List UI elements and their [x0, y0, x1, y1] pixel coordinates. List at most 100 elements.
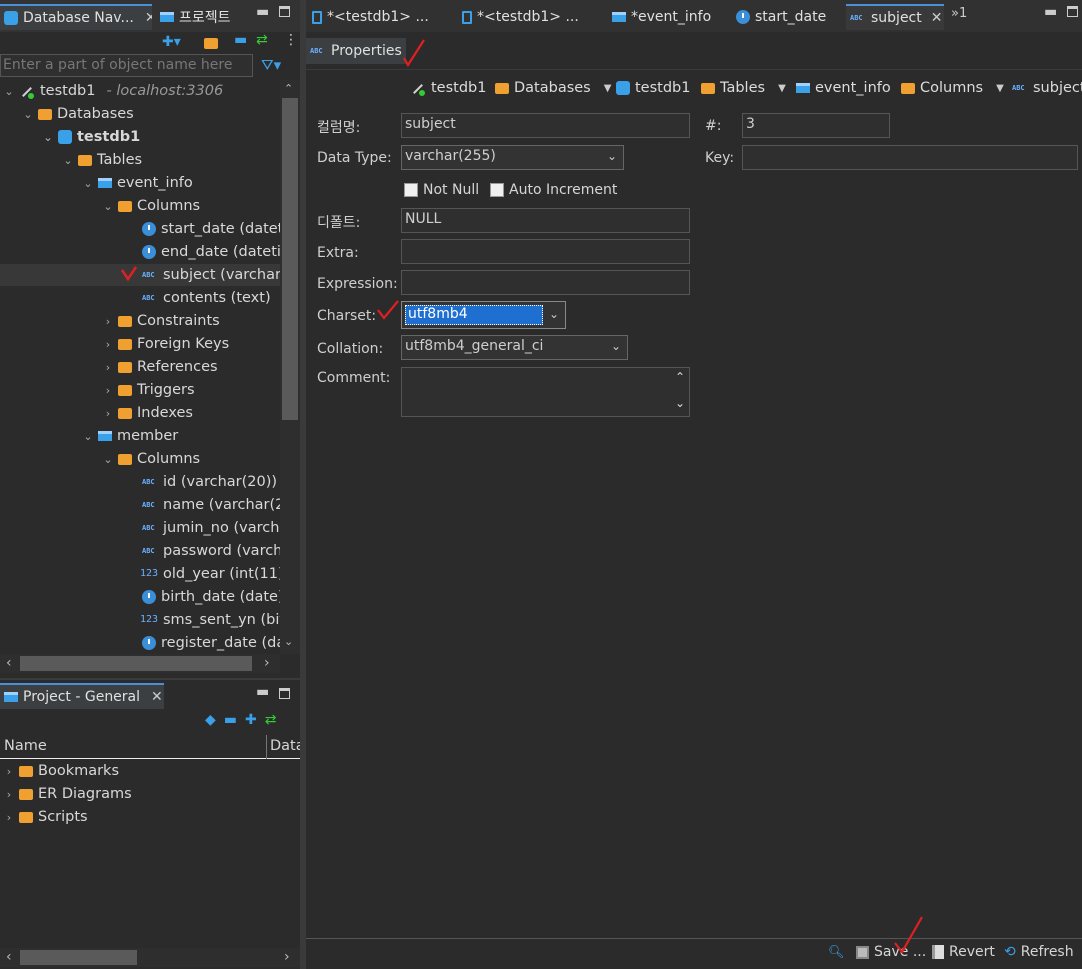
revert-button[interactable]: Revert — [932, 944, 995, 960]
tree-node-triggers[interactable]: › Triggers — [103, 379, 195, 401]
project-item-bookmarks[interactable]: › Bookmarks — [4, 760, 119, 782]
tree-node-references[interactable]: › References — [103, 356, 218, 378]
editor-tab-subject[interactable]: ABC subject ✕ — [846, 4, 944, 30]
key-field[interactable] — [742, 145, 1078, 170]
close-icon[interactable]: ✕ — [145, 10, 152, 26]
expand-arrow-icon[interactable]: › — [103, 315, 113, 328]
scroll-left-icon[interactable]: ‹ — [6, 655, 12, 671]
tree-node-column[interactable]: 123 sms_sent_yn (bit( — [140, 609, 280, 631]
extra-field[interactable] — [401, 239, 690, 264]
collapse-arrow-icon[interactable]: ⌄ — [103, 200, 113, 213]
expand-arrow-icon[interactable]: › — [4, 788, 14, 801]
tree-node-columns[interactable]: ⌄ Columns — [103, 448, 200, 470]
tree-node-column[interactable]: end_date (datetin — [142, 241, 280, 263]
expand-icon[interactable]: ✚ — [245, 712, 257, 732]
expand-arrow-icon[interactable]: › — [103, 338, 113, 351]
scroll-down-icon[interactable]: ⌄ — [675, 396, 685, 410]
project-horizontal-scrollbar[interactable]: ‹ › — [0, 948, 300, 967]
new-folder-icon[interactable] — [204, 38, 218, 49]
chevron-down-icon[interactable]: ▼ — [996, 83, 1004, 94]
scroll-up-icon[interactable]: ⌃ — [675, 370, 685, 384]
tree-node-foreign-keys[interactable]: › Foreign Keys — [103, 333, 229, 355]
chevron-down-icon[interactable]: ⌄ — [607, 149, 617, 163]
new-connection-icon[interactable]: ✚▾ — [162, 34, 181, 50]
default-field[interactable]: NULL — [401, 208, 690, 233]
scrollbar-thumb[interactable] — [20, 950, 137, 965]
breadcrumb-databases[interactable]: Databases ▼ — [495, 78, 611, 98]
not-null-checkbox[interactable]: Not Null — [404, 182, 479, 198]
editor-tab-sql2[interactable]: *<testdb1> ... — [458, 4, 598, 30]
tree-node-column[interactable]: register_date (dat — [142, 632, 280, 654]
object-filter-input[interactable]: Enter a part of object name here — [0, 54, 253, 77]
configure-icon[interactable]: ◆ — [205, 712, 216, 732]
tree-node-databases[interactable]: ⌄ Databases — [23, 103, 133, 125]
link-editor-icon[interactable]: ⇄ — [256, 32, 268, 48]
breadcrumb-connection[interactable]: testdb1 — [410, 78, 486, 98]
collapse-arrow-icon[interactable]: ⌄ — [23, 108, 33, 121]
index-field[interactable]: 3 — [742, 113, 890, 138]
tree-horizontal-scrollbar[interactable]: ‹ › — [0, 654, 280, 673]
scroll-right-icon[interactable]: › — [284, 949, 290, 965]
breadcrumb-columns[interactable]: Columns ▼ — [901, 78, 1004, 98]
scroll-down-icon[interactable]: ⌄ — [284, 635, 293, 648]
collapse-arrow-icon[interactable]: ⌄ — [103, 453, 113, 466]
scroll-right-icon[interactable]: › — [264, 655, 270, 671]
tree-node-column[interactable]: ABC contents (text) — [142, 287, 271, 309]
breadcrumb-subject[interactable]: ABC subject — [1012, 78, 1082, 98]
tree-node-column[interactable]: ABC id (varchar(20)) — [142, 471, 277, 493]
editor-tab-event-info[interactable]: *event_info — [608, 4, 728, 30]
collapse-arrow-icon[interactable]: ⌄ — [83, 177, 93, 190]
tree-node-constraints[interactable]: › Constraints — [103, 310, 220, 332]
charset-combo[interactable]: utf8mb4 ⌄ — [401, 301, 566, 329]
tree-node-indexes[interactable]: › Indexes — [103, 402, 193, 424]
column-header-name[interactable]: Name — [4, 738, 47, 754]
collation-combo[interactable]: utf8mb4_general_ci ⌄ — [401, 335, 628, 360]
checkbox-box[interactable] — [490, 183, 504, 197]
tree-node-columns[interactable]: ⌄ Columns — [103, 195, 200, 217]
chevron-down-icon[interactable]: ⌄ — [549, 307, 559, 321]
tree-node-column[interactable]: ABC password (varcha — [142, 540, 280, 562]
collapse-all-icon[interactable]: ▬ — [234, 32, 247, 48]
tab-overflow-button[interactable]: »1 — [951, 6, 967, 21]
breadcrumb-event-info[interactable]: event_info — [796, 78, 891, 98]
search-icon[interactable]: 🔍︎ — [828, 945, 845, 960]
tab-project[interactable]: 프로젝트 — [156, 4, 248, 30]
tab-database-navigator[interactable]: Database Nav... ✕ — [0, 4, 152, 30]
tab-project-general[interactable]: Project - General ✕ — [0, 683, 164, 709]
scrollbar-thumb[interactable] — [20, 656, 252, 671]
chevron-down-icon[interactable]: ▼ — [778, 83, 786, 94]
expand-arrow-icon[interactable]: › — [103, 361, 113, 374]
tree-node-member[interactable]: ⌄ member — [83, 425, 178, 447]
tree-node-tables[interactable]: ⌄ Tables — [63, 149, 142, 171]
chevron-down-icon[interactable]: ⌄ — [611, 339, 621, 353]
checkbox-box[interactable] — [404, 183, 418, 197]
collapse-icon[interactable]: ▬ — [224, 712, 237, 732]
tree-node-column[interactable]: 123 old_year (int(11)) — [140, 563, 280, 585]
minimize-icon[interactable]: ▬ — [256, 4, 269, 20]
maximize-icon[interactable] — [279, 688, 290, 699]
link-icon[interactable]: ⇄ — [265, 712, 277, 732]
chevron-down-icon[interactable]: ▼ — [604, 83, 612, 94]
minimize-icon[interactable]: ▬ — [256, 684, 269, 700]
expression-field[interactable] — [401, 270, 690, 295]
collapse-arrow-icon[interactable]: ⌄ — [63, 154, 73, 167]
tree-node-column[interactable]: birth_date (date) — [142, 586, 280, 608]
tree-node-column[interactable]: start_date (datetin — [142, 218, 280, 240]
tree-node-column[interactable]: ABC name (varchar(20 — [142, 494, 280, 516]
breadcrumb-tables[interactable]: Tables ▼ — [701, 78, 786, 98]
editor-tab-sql1[interactable]: *<testdb1> ... — [308, 4, 448, 30]
close-icon[interactable]: ✕ — [151, 689, 163, 705]
tab-properties[interactable]: ABC Properties — [306, 38, 406, 64]
tree-node-db[interactable]: ⌄ testdb1 — [43, 126, 140, 148]
view-menu-icon[interactable]: ⋮ — [284, 32, 298, 48]
project-item-er-diagrams[interactable]: › ER Diagrams — [4, 783, 132, 805]
scroll-up-icon[interactable]: ⌃ — [284, 82, 293, 95]
collapse-arrow-icon[interactable]: ⌄ — [4, 85, 14, 98]
expand-arrow-icon[interactable]: › — [4, 811, 14, 824]
filter-icon[interactable]: ⛛▾ — [261, 56, 281, 74]
auto-increment-checkbox[interactable]: Auto Increment — [490, 182, 617, 198]
expand-arrow-icon[interactable]: › — [103, 407, 113, 420]
editor-tab-start-date[interactable]: start_date — [732, 4, 844, 30]
tree-node-connection[interactable]: ⌄ testdb1 - localhost:3306 — [4, 80, 223, 102]
tree-node-column-selected[interactable]: ABC subject (varchar(2 — [142, 264, 280, 286]
